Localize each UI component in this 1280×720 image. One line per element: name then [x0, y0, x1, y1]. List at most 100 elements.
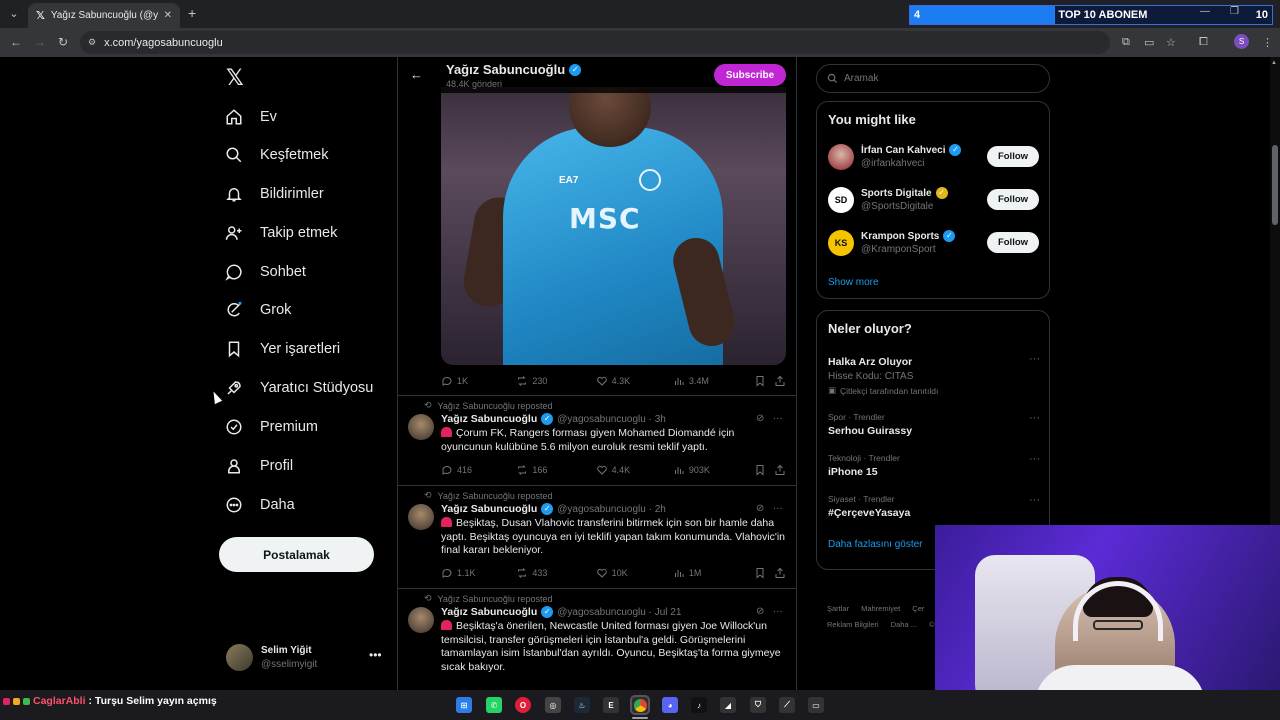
x-logo-icon[interactable]: 𝕏 [226, 65, 244, 91]
account-switcher[interactable]: Selim Yiğit @sselimyigit ••• [226, 642, 396, 674]
browser-profile-avatar[interactable]: S [1234, 34, 1249, 49]
address-bar[interactable]: ⚙ x.com/yagosabuncuoglu [80, 31, 1110, 54]
site-info-icon[interactable]: ⚙ [88, 37, 96, 48]
repost-button[interactable]: 433 [516, 567, 595, 579]
scroll-up-icon[interactable]: ▲ [1271, 60, 1277, 66]
trend-more-icon[interactable]: ··· [1029, 353, 1040, 365]
epic-games-icon[interactable]: E [603, 697, 619, 713]
timeline-post[interactable]: ⟲ Yağız Sabuncuoğlu reposted Yağız Sabunc… [398, 593, 796, 690]
post-avatar[interactable] [408, 504, 434, 530]
trend-item[interactable]: Halka Arz Oluyor Hisse Kodu: CITAS ▣ Çitl… [828, 353, 1040, 396]
trend-item[interactable]: Siyaset · Trendler #ÇerçeveYasaya ··· [828, 494, 1040, 519]
suggestion-item[interactable]: SD Sports Digitale ✓ @SportsDigitale Foll… [828, 186, 1040, 216]
steam-icon[interactable]: ♨ [574, 697, 590, 713]
nav-chat[interactable]: Sohbet [224, 260, 306, 284]
nav-grok[interactable]: Grok [224, 298, 291, 322]
nav-follow[interactable]: Takip etmek [224, 221, 337, 245]
follow-button[interactable]: Follow [987, 232, 1039, 253]
reply-button[interactable]: 1K [441, 375, 516, 387]
footer-link[interactable]: Çer [912, 604, 924, 613]
post-button[interactable]: Postalamak [219, 537, 374, 572]
bookmark-button[interactable] [754, 464, 774, 476]
footer-link[interactable]: © [929, 620, 935, 629]
post-more-icon[interactable]: ··· [773, 413, 783, 424]
grok-post-icon[interactable]: ⊘ [756, 413, 764, 424]
post-more-icon[interactable]: ··· [773, 606, 783, 617]
browser-menu-icon[interactable]: ⋮ [1262, 36, 1273, 49]
repost-button[interactable]: 166 [516, 464, 595, 476]
share-button[interactable] [774, 464, 786, 476]
obs-icon[interactable]: ◎ [545, 697, 561, 713]
nav-notifications[interactable]: Bildirimler [224, 182, 324, 206]
post-more-icon[interactable]: ··· [773, 503, 783, 514]
nav-premium[interactable]: Premium [224, 415, 318, 439]
discord-icon[interactable]: ◕ [662, 697, 678, 713]
back-arrow-icon[interactable]: ← [410, 67, 423, 82]
share-button[interactable] [774, 375, 786, 387]
cast-icon[interactable]: ▭ [1144, 36, 1154, 49]
post-author[interactable]: Yağız Sabuncuoğlu ✓ @yagosabuncuoglu · 2h [441, 503, 666, 515]
tiktok-icon[interactable]: ♪ [691, 697, 707, 713]
terminal-icon[interactable]: ▭ [808, 697, 824, 713]
security-icon[interactable]: ⛉ [750, 697, 766, 713]
subscribe-button[interactable]: Subscribe [714, 64, 786, 86]
extensions-icon[interactable]: ⧠ [1199, 36, 1208, 49]
reply-button[interactable]: 1.1K [441, 567, 516, 579]
trend-item[interactable]: Teknoloji · Trendler iPhone 15 ··· [828, 453, 1040, 478]
trend-more-icon[interactable]: ··· [1029, 494, 1040, 506]
footer-link[interactable]: Daha ... [891, 620, 917, 629]
grok-post-icon[interactable]: ⊘ [756, 606, 764, 617]
browser-tab-active[interactable]: 𝕏 Yağız Sabuncuoğlu (@yagosab ✕ [28, 3, 180, 28]
post-image[interactable]: EA7 MSC [441, 87, 786, 365]
windows-start-icon[interactable]: ⊞ [456, 697, 472, 713]
whatsapp-icon[interactable]: ✆ [486, 697, 502, 713]
footer-link[interactable]: Mahremiyet [861, 604, 900, 613]
back-icon[interactable]: ← [10, 35, 22, 49]
bookmark-button[interactable] [754, 567, 774, 579]
translate-icon[interactable]: ⧉ [1122, 36, 1130, 49]
opera-icon[interactable]: O [515, 697, 531, 713]
chrome-icon[interactable] [630, 695, 650, 715]
footer-link[interactable]: Şartlar [827, 604, 849, 613]
nav-creator-studio[interactable]: Yaratıcı Stüdyosu [224, 376, 373, 400]
post-avatar[interactable] [408, 607, 434, 633]
repost-button[interactable]: 230 [516, 375, 595, 387]
trend-more-icon[interactable]: ··· [1029, 453, 1040, 465]
follow-button[interactable]: Follow [987, 189, 1039, 210]
search-box[interactable]: Aramak [816, 64, 1050, 93]
trend-item[interactable]: Spor · Trendler Serhou Guirassy ··· [828, 412, 1040, 437]
suggestion-item[interactable]: KS Krampon Sports ✓ @KramponSport Follow [828, 229, 1040, 259]
nav-profile[interactable]: Profil [224, 454, 293, 478]
views-button[interactable]: 903K [673, 464, 754, 476]
tab-search-icon[interactable]: ⌄ [6, 6, 22, 22]
forward-icon[interactable]: → [34, 35, 46, 49]
footer-link[interactable]: Reklam Bilgileri [827, 620, 879, 629]
app-arrow-icon[interactable]: ◢ [720, 697, 736, 713]
bookmark-star-icon[interactable]: ☆ [1166, 36, 1176, 49]
reply-button[interactable]: 416 [441, 464, 516, 476]
nav-more[interactable]: Daha [224, 493, 295, 517]
post-author[interactable]: Yağız Sabuncuoğlu ✓ @yagosabuncuoglu · Jul… [441, 606, 681, 618]
views-button[interactable]: 3.4M [673, 375, 754, 387]
more-dots-icon[interactable]: ••• [369, 648, 382, 662]
nav-explore[interactable]: Keşfetmek [224, 143, 329, 167]
post-author[interactable]: Yağız Sabuncuoğlu ✓ @yagosabuncuoglu · 3h [441, 413, 666, 425]
new-tab-button[interactable]: + [188, 5, 196, 21]
follow-button[interactable]: Follow [987, 146, 1039, 167]
views-button[interactable]: 1M [673, 567, 754, 579]
like-button[interactable]: 4.4K [596, 464, 673, 476]
bookmark-button[interactable] [754, 375, 774, 387]
like-button[interactable]: 4.3K [596, 375, 673, 387]
nav-home[interactable]: Ev [224, 105, 277, 129]
share-button[interactable] [774, 567, 786, 579]
show-more-trends-link[interactable]: Daha fazlasını göster [828, 539, 923, 550]
reload-icon[interactable]: ↻ [58, 35, 68, 49]
app-slash-icon[interactable]: ⟋ [779, 697, 795, 713]
nav-bookmarks[interactable]: Yer işaretleri [224, 337, 340, 361]
post-avatar[interactable] [408, 414, 434, 440]
show-more-link[interactable]: Show more [828, 277, 879, 288]
like-button[interactable]: 10K [596, 567, 673, 579]
scrollbar-thumb[interactable] [1272, 145, 1278, 225]
trend-more-icon[interactable]: ··· [1029, 412, 1040, 424]
suggestion-item[interactable]: İrfan Can Kahveci ✓ @irfankahveci Follow [828, 143, 1040, 173]
